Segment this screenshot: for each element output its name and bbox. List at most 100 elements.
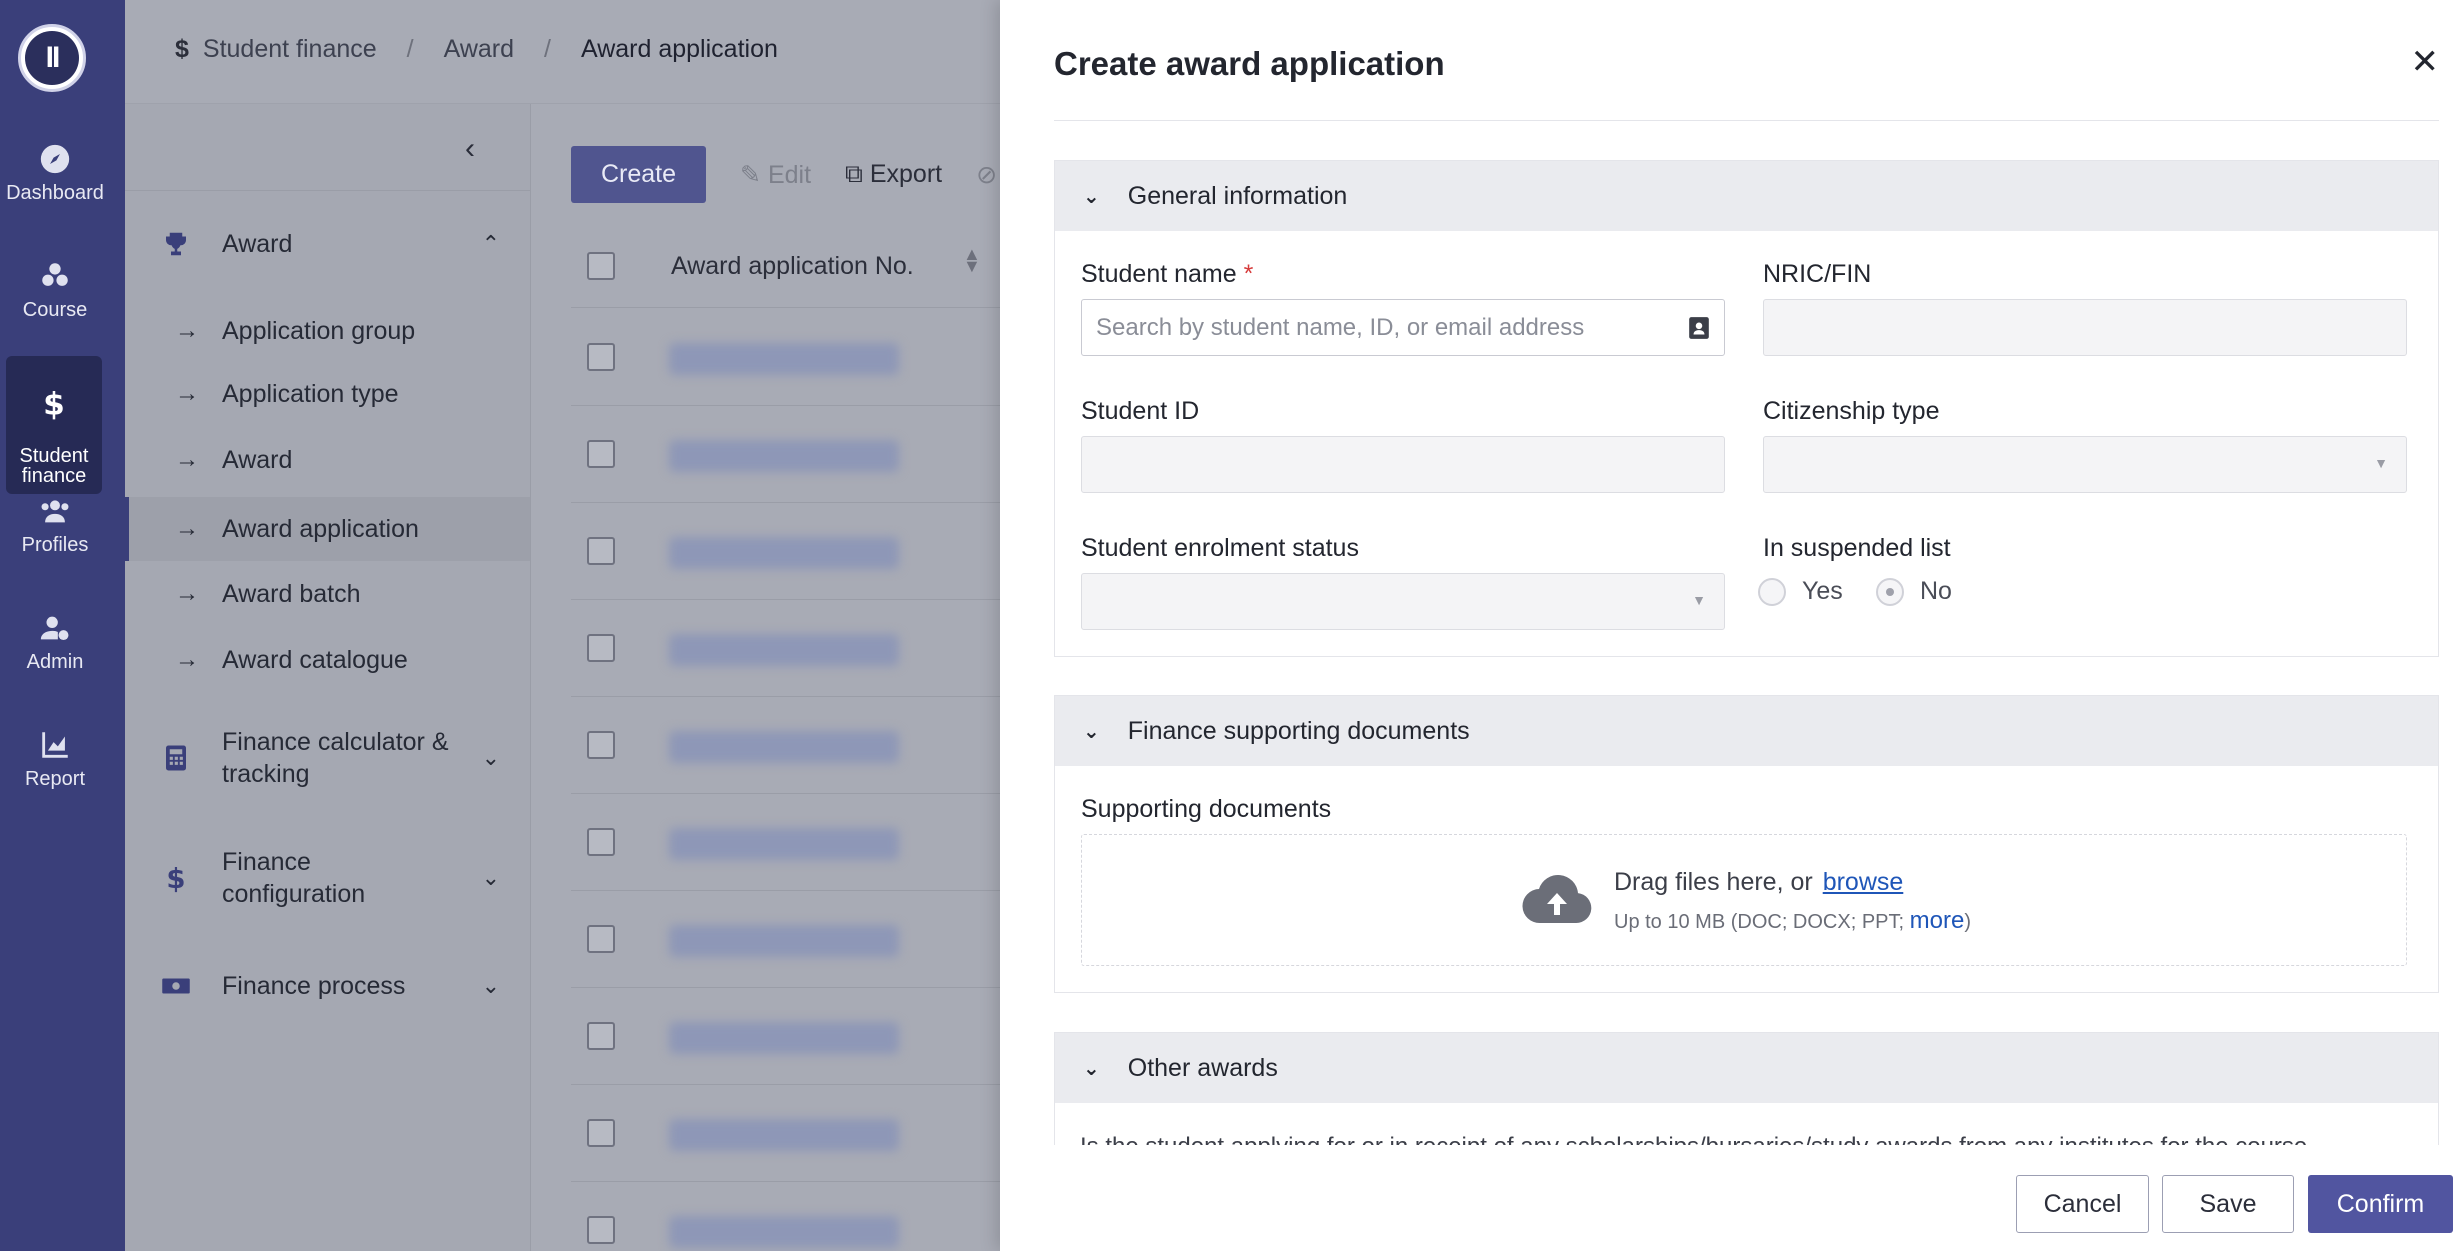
nav-group-label: Finance configuration — [222, 848, 366, 908]
nav-item-application-group[interactable]: → Application group — [125, 300, 530, 362]
rail-item-student-finance[interactable]: $ Student finance — [6, 356, 102, 494]
svg-text:$: $ — [166, 863, 185, 893]
chevron-down-icon: ⌄ — [1083, 185, 1100, 208]
nav-item-label: Award catalogue — [222, 645, 408, 674]
chart-icon — [42, 732, 68, 758]
contact-card-icon[interactable] — [1688, 316, 1710, 340]
nav-group-finance-process[interactable]: Finance process ⌄ — [125, 964, 530, 1008]
nav-item-award-application[interactable]: → Award application — [125, 497, 530, 561]
breadcrumb-award[interactable]: Award — [444, 35, 514, 64]
arrow-right-icon: → — [175, 380, 199, 407]
disable-icon[interactable]: ⊘ — [976, 160, 997, 190]
save-button[interactable]: Save — [2162, 1175, 2294, 1233]
rail-label-profiles: Profiles — [21, 534, 89, 556]
row-checkbox[interactable] — [587, 925, 615, 953]
row-checkbox[interactable] — [587, 1022, 615, 1050]
redacted-cell — [669, 634, 899, 666]
money-icon — [162, 978, 190, 994]
drawer-footer: Cancel Save Confirm — [1000, 1145, 2453, 1251]
redacted-cell — [669, 1119, 899, 1151]
confirm-button[interactable]: Confirm — [2308, 1175, 2453, 1233]
nav-item-award[interactable]: → Award — [125, 429, 530, 491]
rail-item-admin[interactable]: Admin — [0, 611, 110, 674]
redacted-cell — [669, 731, 899, 763]
rail-label-student-finance: Student finance — [19, 445, 89, 487]
student-id-label: Student ID — [1081, 397, 1200, 425]
nav-group-finance-calculator[interactable]: Finance calculator & tracking ⌄ — [125, 722, 530, 794]
dollar-icon: $ — [43, 386, 65, 420]
edit-button[interactable]: ✎ Edit — [740, 160, 811, 190]
create-button[interactable]: Create — [571, 146, 707, 203]
export-button[interactable]: ⧉ Export — [845, 160, 942, 189]
redacted-cell — [669, 343, 899, 375]
breadcrumb-student-finance[interactable]: Student finance — [203, 35, 377, 64]
nav-group-award[interactable]: Award ⌃ — [125, 222, 530, 266]
nav-group-finance-configuration[interactable]: $ Finance configuration ⌄ — [125, 842, 530, 914]
collapse-nav-button[interactable]: ‹ — [465, 132, 475, 166]
rail-label-report: Report — [24, 768, 86, 790]
rail-item-dashboard[interactable]: Dashboard — [0, 142, 110, 205]
nav-item-label: Application group — [222, 316, 416, 345]
browse-link[interactable]: browse — [1823, 868, 1904, 896]
redacted-cell — [669, 440, 899, 472]
row-checkbox[interactable] — [587, 731, 615, 759]
row-checkbox[interactable] — [587, 343, 615, 371]
dropzone-limit: Up to 10 MB (DOC; DOCX; PPT; more) — [1614, 907, 1971, 935]
close-paren: ) — [1964, 911, 1971, 933]
pencil-icon: ✎ — [740, 160, 768, 189]
redacted-cell — [669, 1022, 899, 1054]
column-header-application-no[interactable]: Award application No. — [671, 252, 914, 281]
citizenship-select: ▼ — [1763, 436, 2407, 493]
cancel-button[interactable]: Cancel — [2016, 1175, 2149, 1233]
student-name-input[interactable]: Search by student name, ID, or email add… — [1081, 299, 1725, 356]
redacted-cell — [669, 1216, 899, 1248]
chevron-down-icon: ⌄ — [1083, 720, 1100, 743]
file-dropzone[interactable]: Drag files here, or browse Up to 10 MB (D… — [1081, 834, 2407, 966]
more-link[interactable]: more — [1910, 907, 1965, 934]
export-label: Export — [869, 160, 943, 188]
breadcrumb-separator: / — [544, 35, 551, 63]
arrow-right-icon: → — [175, 646, 199, 673]
redacted-cell — [669, 537, 899, 569]
arrow-right-icon: → — [175, 580, 199, 607]
row-checkbox[interactable] — [587, 828, 615, 856]
radio-no: No — [1876, 577, 1952, 606]
caret-down-icon: ▼ — [1692, 592, 1706, 608]
dropzone-text: Drag files here, or browse — [1614, 868, 1903, 897]
chevron-down-icon: ⌄ — [1083, 1057, 1100, 1080]
arrow-right-icon: → — [175, 515, 199, 542]
enrolment-status-select: ▼ — [1081, 573, 1725, 630]
row-checkbox[interactable] — [587, 537, 615, 565]
rail-label-admin: Admin — [26, 651, 84, 673]
student-name-label-text: Student name — [1081, 260, 1237, 288]
section-header[interactable]: ⌄ Other awards — [1055, 1033, 2438, 1103]
student-id-field — [1081, 436, 1725, 493]
nav-item-award-catalogue[interactable]: → Award catalogue — [125, 629, 530, 691]
chevron-down-icon: ⌄ — [481, 973, 500, 998]
limit-text: Up to 10 MB (DOC; DOCX; PPT; — [1614, 911, 1905, 933]
create-award-application-drawer: Create award application ✕ ⌄ General inf… — [1000, 0, 2453, 1251]
row-checkbox[interactable] — [587, 1119, 615, 1147]
row-checkbox[interactable] — [587, 1216, 615, 1244]
rail-item-course[interactable]: Course — [0, 259, 110, 322]
rail-label-course: Course — [22, 299, 88, 321]
app-rail: II Dashboard Course $ Student finance Pr… — [0, 0, 125, 1251]
rail-item-report[interactable]: Report — [0, 728, 110, 791]
select-all-checkbox[interactable] — [587, 252, 615, 280]
breadcrumb: $ Student finance / Award / Award applic… — [175, 35, 778, 64]
rail-item-profiles[interactable]: Profiles — [0, 494, 110, 557]
sort-icon[interactable]: ▲ ▼ — [963, 245, 981, 275]
nav-group-award-label: Award — [222, 230, 293, 258]
app-logo[interactable]: II — [18, 24, 86, 92]
breadcrumb-award-application: Award application — [580, 35, 778, 63]
chevron-down-icon: ⌄ — [481, 865, 500, 890]
nav-item-award-batch[interactable]: → Award batch — [125, 563, 530, 625]
radio-yes-label: Yes — [1802, 577, 1843, 605]
row-checkbox[interactable] — [587, 440, 615, 468]
nav-item-application-type[interactable]: → Application type — [125, 363, 530, 425]
chevron-down-icon: ⌄ — [481, 745, 500, 770]
close-icon[interactable]: ✕ — [2411, 42, 2440, 82]
section-header[interactable]: ⌄ Finance supporting documents — [1055, 696, 2438, 766]
section-header[interactable]: ⌄ General information — [1055, 161, 2438, 231]
row-checkbox[interactable] — [587, 634, 615, 662]
